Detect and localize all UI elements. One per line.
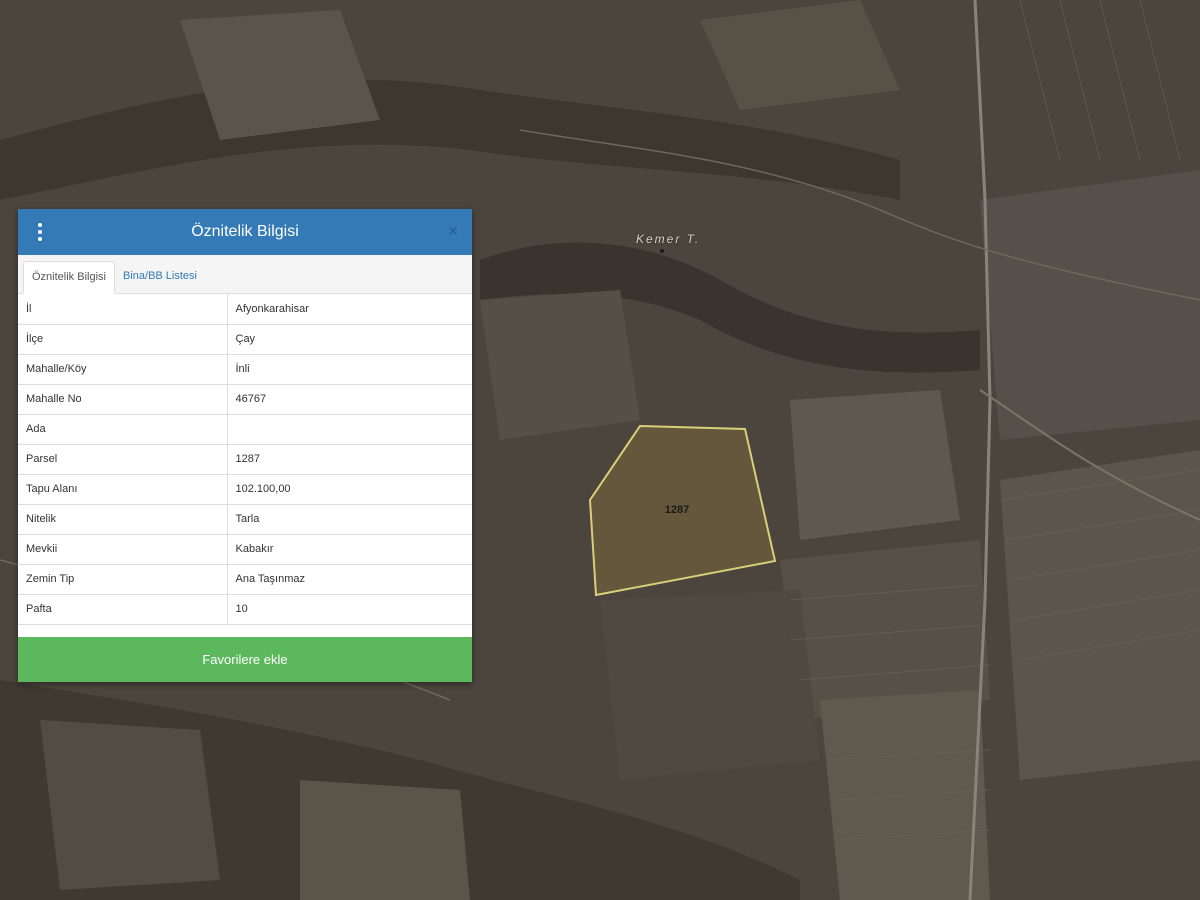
table-row: Zemin Tip Ana Taşınmaz [18, 564, 472, 595]
table-row: Mahalle/Köy İnli [18, 354, 472, 385]
attribute-key: Mevkii [18, 534, 228, 565]
attribute-value: 102.100,00 [227, 474, 472, 505]
attribute-key: Mahalle/Köy [18, 354, 228, 385]
attribute-value: 10 [227, 594, 472, 625]
table-row: Parsel 1287 [18, 444, 472, 475]
attribute-key: Zemin Tip [18, 564, 228, 595]
table-row: İl Afyonkarahisar [18, 294, 472, 325]
attribute-key: Parsel [18, 444, 228, 475]
table-row: Tapu Alanı 102.100,00 [18, 474, 472, 505]
table-row: Mahalle No 46767 [18, 384, 472, 415]
tab-bina-bb-listesi[interactable]: Bina/BB Listesi [115, 261, 205, 293]
attribute-key: Nitelik [18, 504, 228, 535]
attribute-key: Ada [18, 414, 228, 445]
parcel-label: 1287 [665, 504, 689, 516]
add-favorite-button[interactable]: Favorilere ekle [18, 637, 472, 682]
attribute-value: Kabakır [227, 534, 472, 565]
attribute-key: İlçe [18, 324, 228, 355]
attribute-value [227, 414, 472, 445]
attribute-value: İnli [227, 354, 472, 385]
attribute-key: Mahalle No [18, 384, 228, 415]
panel-title: Öznitelik Bilgisi [191, 223, 299, 240]
attribute-key: Tapu Alanı [18, 474, 228, 505]
table-row: Nitelik Tarla [18, 504, 472, 535]
attribute-key: Pafta [18, 594, 228, 625]
attribute-panel: Öznitelik Bilgisi × Öznitelik Bilgisi Bi… [18, 209, 472, 682]
attribute-value: Afyonkarahisar [227, 294, 472, 325]
table-row: Mevkii Kabakır [18, 534, 472, 565]
panel-tabs: Öznitelik Bilgisi Bina/BB Listesi [18, 255, 472, 294]
table-row: İlçe Çay [18, 324, 472, 355]
attribute-value: Çay [227, 324, 472, 355]
attribute-value: 1287 [227, 444, 472, 475]
place-marker-icon [660, 249, 664, 253]
table-row: Pafta 10 [18, 594, 472, 625]
attribute-value: Tarla [227, 504, 472, 535]
place-label: Kemer T. [636, 232, 701, 246]
close-icon[interactable]: × [444, 222, 462, 240]
attribute-key: İl [18, 294, 228, 325]
attribute-table: İl Afyonkarahisar İlçe Çay Mahalle/Köy İnli Ma… [18, 294, 472, 625]
table-row: Ada [18, 414, 472, 445]
attribute-value: 46767 [227, 384, 472, 415]
attribute-value: Ana Taşınmaz [227, 564, 472, 595]
panel-header: Öznitelik Bilgisi × [18, 209, 472, 255]
tab-oznitelik-bilgisi[interactable]: Öznitelik Bilgisi [23, 261, 115, 294]
